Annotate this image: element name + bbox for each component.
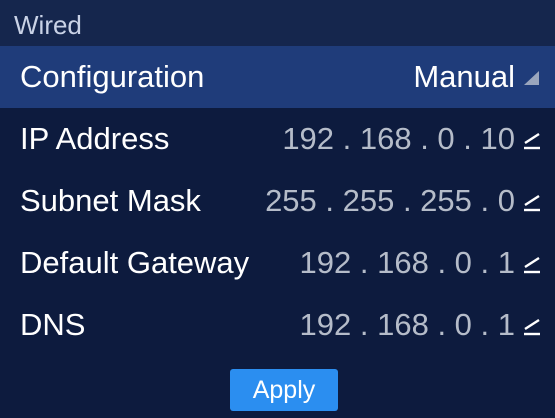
dns-label: DNS (20, 307, 86, 342)
dns-row[interactable]: DNS 192 . 168 . 0 . 1 (0, 294, 555, 356)
edit-icon[interactable] (521, 191, 543, 213)
ip-address-row[interactable]: IP Address 192 . 168 . 0 . 10 (0, 108, 555, 170)
dns-value: 192 . 168 . 0 . 1 (299, 307, 515, 342)
apply-button[interactable]: Apply (230, 369, 338, 411)
edit-icon[interactable] (521, 253, 543, 275)
default-gateway-value: 192 . 168 . 0 . 1 (299, 245, 515, 280)
ip-address-value: 192 . 168 . 0 . 10 (282, 121, 515, 156)
dropdown-triangle-icon[interactable] (521, 67, 543, 89)
configuration-row[interactable]: Configuration Manual (0, 46, 555, 108)
edit-icon[interactable] (521, 315, 543, 337)
subnet-mask-label: Subnet Mask (20, 183, 201, 218)
wired-settings-screen: Wired Configuration Manual IP Address 19… (0, 0, 555, 418)
header-title: Wired (14, 10, 82, 40)
edit-icon[interactable] (521, 129, 543, 151)
subnet-mask-value: 255 . 255 . 255 . 0 (265, 183, 515, 218)
configuration-label: Configuration (20, 59, 205, 94)
header-bar: Wired (0, 0, 555, 46)
default-gateway-row[interactable]: Default Gateway 192 . 168 . 0 . 1 (0, 232, 555, 294)
ip-address-label: IP Address (20, 121, 170, 156)
configuration-value: Manual (413, 59, 515, 94)
subnet-mask-row[interactable]: Subnet Mask 255 . 255 . 255 . 0 (0, 170, 555, 232)
default-gateway-label: Default Gateway (20, 245, 250, 280)
